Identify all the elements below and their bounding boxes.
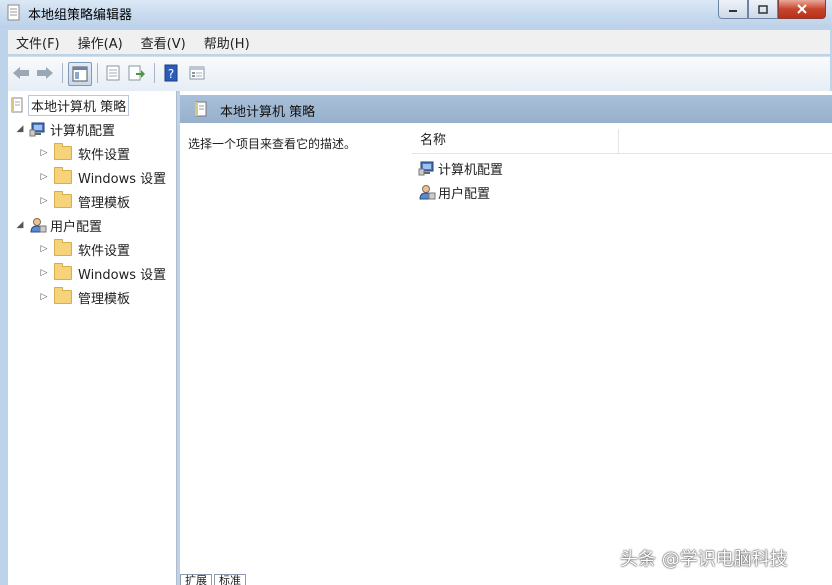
list-item-computer-config[interactable]: 计算机配置	[418, 157, 503, 179]
tree-item-label: 管理模板	[78, 195, 131, 211]
tree-item-software-settings[interactable]: ▷ 软件设置	[38, 142, 130, 164]
minimize-button[interactable]	[718, 0, 748, 19]
policy-doc-icon	[11, 97, 23, 113]
watermark-text: 头条 @学识电脑科技	[620, 549, 788, 570]
maximize-button[interactable]	[748, 0, 778, 19]
details-pane: 本地计算机 策略 选择一个项目来查看它的描述。 名称 计算机配置 用户配置	[180, 91, 832, 585]
export-list-icon	[128, 65, 145, 81]
help-icon: ?	[164, 64, 178, 82]
details-header: 本地计算机 策略	[180, 95, 832, 123]
show-hide-tree-icon	[72, 66, 88, 82]
tree-item-windows-settings[interactable]: ▷ Windows 设置	[38, 262, 166, 284]
title-bar[interactable]: 本地组策略编辑器	[0, 0, 832, 28]
user-icon	[30, 218, 47, 233]
export-list-button[interactable]	[126, 62, 148, 84]
expand-arrow-icon[interactable]: ▷	[38, 292, 50, 302]
toolbar-separator	[154, 63, 155, 83]
tree-root-label: 本地计算机 策略	[28, 94, 130, 116]
properties-button[interactable]	[102, 62, 124, 84]
user-icon	[419, 185, 436, 200]
collapse-arrow-icon[interactable]: ◢	[14, 220, 26, 230]
expand-arrow-icon[interactable]: ▷	[38, 268, 50, 278]
tree-item-user-config[interactable]: ◢ 用户配置	[14, 214, 102, 236]
menu-bar: 文件(F) 操作(A) 查看(V) 帮助(H)	[8, 30, 830, 54]
forward-button[interactable]	[34, 62, 56, 84]
tree-item-label: 计算机配置	[50, 123, 116, 139]
tree-item-label: 软件设置	[78, 243, 131, 259]
maximize-icon	[758, 4, 768, 14]
computer-icon	[29, 122, 45, 137]
tree-item-computer-config[interactable]: ◢ 计算机配置	[14, 118, 115, 140]
folder-icon	[54, 263, 72, 280]
menu-help[interactable]: 帮助(H)	[196, 33, 258, 52]
tree-item-software-settings[interactable]: ▷ 软件设置	[38, 238, 130, 260]
window-controls	[718, 0, 826, 20]
view-button[interactable]	[186, 62, 208, 84]
tree-item-windows-settings[interactable]: ▷ Windows 设置	[38, 166, 166, 188]
help-button[interactable]: ?	[160, 62, 182, 84]
tree-item-admin-templates[interactable]: ▷ 管理模板	[38, 286, 130, 308]
forward-arrow-icon	[37, 67, 53, 79]
tree-item-admin-templates[interactable]: ▷ 管理模板	[38, 190, 130, 212]
svg-text:?: ?	[168, 67, 174, 81]
list-item-label: 用户配置	[438, 186, 491, 202]
folder-icon	[54, 143, 72, 160]
expand-arrow-icon[interactable]: ▷	[38, 196, 50, 206]
menu-view[interactable]: 查看(V)	[133, 33, 194, 52]
tree-item-label: 软件设置	[78, 147, 131, 163]
folder-icon	[54, 167, 72, 184]
column-name[interactable]: 名称	[412, 129, 619, 153]
toolbar-separator	[97, 63, 98, 83]
menu-file[interactable]: 文件(F)	[8, 33, 68, 52]
expand-arrow-icon[interactable]: ▷	[38, 244, 50, 254]
tab-extended[interactable]: 扩展	[180, 574, 212, 585]
expand-arrow-icon[interactable]: ▷	[38, 172, 50, 182]
policy-doc-icon	[7, 4, 20, 21]
list-column-header: 名称	[412, 129, 832, 154]
list-item-label: 计算机配置	[438, 162, 504, 178]
expand-arrow-icon[interactable]: ▷	[38, 148, 50, 158]
policy-doc-icon	[195, 101, 207, 117]
app-window: 本地组策略编辑器 文件(F) 操作(A) 查看(V) 帮助(H) ? 本地计算机…	[0, 0, 832, 585]
back-button[interactable]	[10, 62, 32, 84]
window-title: 本地组策略编辑器	[28, 8, 133, 23]
view-tabs: 扩展 标准	[180, 574, 248, 585]
tree-item-label: 用户配置	[50, 219, 103, 235]
menu-action[interactable]: 操作(A)	[70, 33, 131, 52]
close-icon	[797, 4, 807, 14]
tree-item-label: Windows 设置	[78, 267, 167, 283]
close-button[interactable]	[778, 0, 826, 19]
tree-pane: 本地计算机 策略 ◢ 计算机配置 ▷ 软件设置 ▷ Windows 设置 ▷ 管…	[8, 91, 177, 585]
tree-item-label: 管理模板	[78, 291, 131, 307]
tree-root[interactable]: 本地计算机 策略	[10, 94, 130, 116]
computer-icon	[418, 161, 434, 176]
minimize-icon	[729, 10, 737, 12]
toolbar: ?	[8, 56, 830, 92]
back-arrow-icon	[13, 67, 29, 79]
folder-icon	[54, 287, 72, 304]
details-title: 本地计算机 策略	[220, 105, 316, 120]
properties-icon	[106, 65, 120, 81]
tab-standard[interactable]: 标准	[214, 574, 246, 585]
show-hide-tree-button[interactable]	[68, 62, 92, 86]
view-icon	[189, 66, 205, 80]
description-text: 选择一个项目来查看它的描述。	[188, 137, 357, 151]
list-item-user-config[interactable]: 用户配置	[418, 181, 490, 203]
toolbar-separator	[62, 63, 63, 83]
folder-icon	[54, 191, 72, 208]
collapse-arrow-icon[interactable]: ◢	[14, 124, 26, 134]
tree-item-label: Windows 设置	[78, 171, 167, 187]
folder-icon	[54, 239, 72, 256]
